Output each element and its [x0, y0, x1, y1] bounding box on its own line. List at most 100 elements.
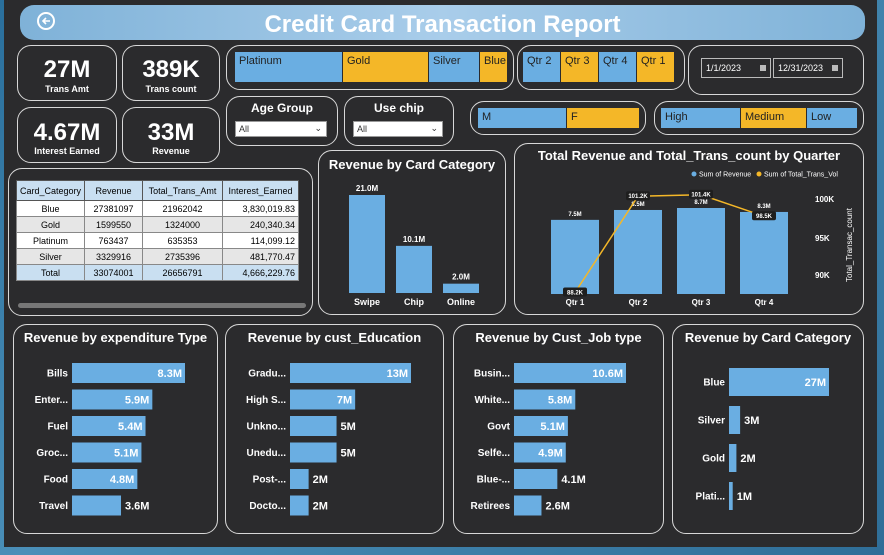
table-cell: 1324000: [142, 216, 224, 233]
table-cell: Total: [15, 264, 86, 281]
horizontal-scrollbar[interactable]: [18, 303, 306, 308]
quarter-slicer: Qtr 2 Qtr 3 Qtr 4 Qtr 1: [523, 52, 675, 82]
table-cell: Blue: [15, 200, 86, 217]
bar: [729, 482, 733, 510]
table-row[interactable]: Gold 1599550 1324000 240,340.34: [15, 216, 300, 233]
y-tick-label: Unedu...: [247, 448, 287, 459]
data-label: 2.0M: [452, 273, 470, 282]
x-tick-label: Qtr 1: [566, 298, 585, 307]
table-cell: 26656791: [142, 264, 224, 281]
y-tick-label: Plati...: [696, 492, 726, 503]
chevron-down-icon: ⌄: [430, 123, 438, 133]
slicer-option-medium[interactable]: Medium: [741, 108, 807, 128]
kpi-trans-count: 389K Trans count: [122, 45, 220, 101]
quarter-slicer-panel: Qtr 2 Qtr 3 Qtr 4 Qtr 1: [517, 45, 685, 90]
y-tick-label: Enter...: [35, 395, 69, 406]
column-header[interactable]: Card_Category: [15, 180, 86, 201]
card-category-table-panel: Card_Category Revenue Total_Trans_Amt In…: [8, 168, 313, 316]
table-row[interactable]: Silver 3329916 2735396 481,770.47: [15, 248, 300, 265]
use-chip-slicer: Use chip All ⌄: [344, 96, 454, 146]
slicer-option-platinum[interactable]: Platinum: [235, 52, 343, 82]
table-cell: 635353: [142, 232, 224, 249]
data-label: 5.4M: [118, 421, 142, 433]
x-tick-label: Qtr 4: [755, 298, 774, 307]
data-label: 101.2K: [628, 194, 648, 200]
legend-label: Sum of Total_Trans_Vol: [764, 172, 838, 179]
report-title: Credit Card Transaction Report: [264, 11, 621, 38]
y2-tick-label: 95K: [815, 234, 830, 243]
bar: [514, 469, 558, 489]
bar: [677, 208, 725, 294]
table-cell: 2735396: [142, 248, 224, 265]
table-cell: 33074001: [84, 264, 144, 281]
calendar-icon[interactable]: [760, 65, 766, 71]
slicer-option-qtr1[interactable]: Qtr 1: [637, 52, 675, 82]
slicer-option-low[interactable]: Low: [807, 108, 857, 128]
slicer-option-blue[interactable]: Blue: [480, 52, 508, 82]
y-tick-label: Silver: [698, 416, 725, 427]
gender-slicer-panel: M F: [470, 101, 646, 135]
slicer-option-high[interactable]: High: [661, 108, 741, 128]
y-tick-label: Blue: [703, 378, 725, 389]
table-cell: 4,666,229.76: [222, 264, 300, 281]
bar: [514, 495, 542, 516]
column-header[interactable]: Revenue: [84, 180, 144, 201]
table-cell: 481,770.47: [222, 248, 300, 265]
table-row[interactable]: Blue 27381097 21962042 3,830,019.83: [15, 200, 300, 217]
use-chip-dropdown[interactable]: All ⌄: [353, 121, 443, 137]
age-group-dropdown[interactable]: All ⌄: [235, 121, 327, 137]
kpi-value: 27M: [43, 56, 91, 83]
start-date-field[interactable]: 1/1/2023: [701, 58, 771, 78]
start-date-value: 1/1/2023: [706, 63, 742, 73]
data-label: 5.8M: [548, 395, 572, 407]
bar: [396, 245, 432, 293]
y-tick-label: High S...: [246, 395, 286, 406]
column-header[interactable]: Total_Trans_Amt: [142, 180, 224, 201]
line-series: [574, 193, 765, 293]
end-date-field[interactable]: 12/31/2023: [773, 58, 843, 78]
bar: [72, 495, 122, 516]
slicer-option-m[interactable]: M: [478, 108, 567, 128]
data-label: 5.9M: [125, 395, 149, 407]
y-tick-label: Selfe...: [478, 448, 510, 459]
table-total-row: Total 33074001 26656791 4,666,229.76: [15, 264, 300, 281]
slicer-option-qtr3[interactable]: Qtr 3: [561, 52, 599, 82]
y-tick-label: Groc...: [36, 448, 68, 459]
table-cell: 114,099.12: [222, 232, 300, 249]
expenditure-chart-panel: Revenue by expenditure Type Bills 8.3M Ent…: [13, 324, 218, 534]
slicer-option-gold[interactable]: Gold: [343, 52, 429, 82]
quarter-chart: Sum of Revenue Sum of Total_Trans_Vol 7.5M…: [551, 171, 854, 307]
table-cell: Silver: [15, 248, 86, 265]
slicer-option-silver[interactable]: Silver: [429, 52, 480, 82]
data-label: 4.9M: [538, 448, 562, 460]
calendar-icon[interactable]: [832, 65, 838, 71]
y-tick-label: Docto...: [249, 501, 286, 512]
slicer-option-qtr4[interactable]: Qtr 4: [599, 52, 637, 82]
data-label: 8.3M: [158, 368, 182, 380]
bar: [290, 495, 309, 516]
data-label: 4.8M: [110, 474, 134, 486]
chart-title: Revenue by expenditure Type: [23, 330, 208, 345]
use-chip-chart-panel: Revenue by Card Category 21.0M Swipe 10.1M…: [318, 150, 506, 315]
kpi-interest-earned: 4.67M Interest Earned: [17, 107, 117, 163]
slicer-option-qtr2[interactable]: Qtr 2: [523, 52, 561, 82]
bar: [740, 211, 788, 294]
legend-marker: [691, 171, 697, 177]
data-label: 2M: [313, 501, 328, 513]
column-header[interactable]: Interest_Earned: [222, 180, 300, 201]
y-tick-label: Gradu...: [248, 369, 286, 380]
level-slicer-panel: High Medium Low: [654, 101, 864, 135]
gender-slicer: M F: [478, 108, 640, 128]
bar: [349, 195, 385, 293]
chart-title: Revenue by Card Category: [328, 157, 496, 172]
data-label: 1M: [737, 491, 752, 503]
chart-title: Revenue by Cust_Job type: [475, 330, 642, 345]
data-label: 10.1M: [403, 235, 426, 244]
y-tick-label: White...: [474, 395, 510, 406]
y-tick-label: Unkno...: [247, 422, 287, 433]
table-row[interactable]: Platinum 763437 635353 114,099.12: [15, 232, 300, 249]
data-label: 5.1M: [114, 448, 138, 460]
data-label: 4.1M: [561, 474, 585, 486]
slicer-option-f[interactable]: F: [567, 108, 640, 128]
data-label: 27M: [805, 377, 826, 389]
